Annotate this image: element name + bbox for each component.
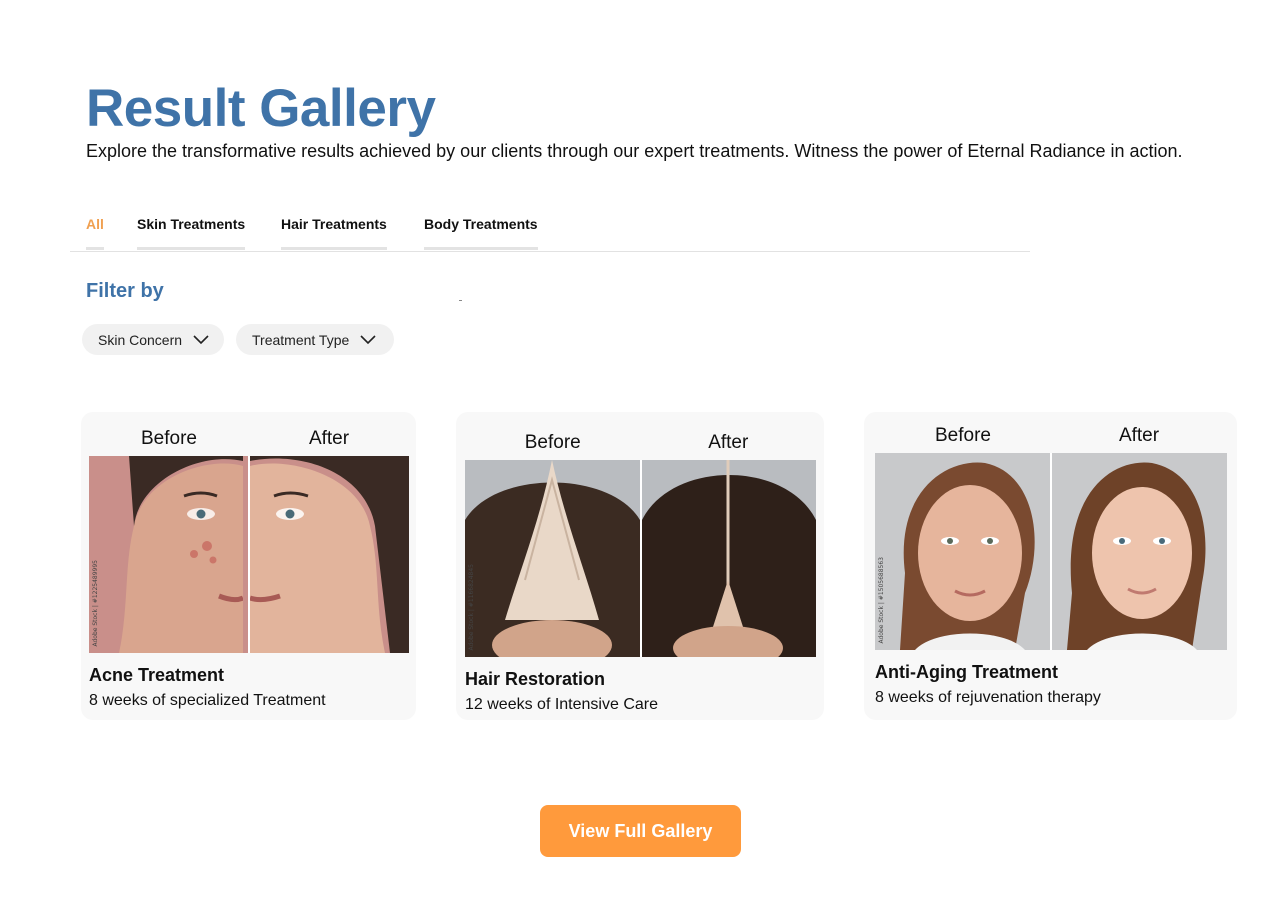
tab-body-treatments[interactable]: Body Treatments: [424, 216, 538, 250]
after-label: After: [308, 428, 350, 449]
after-label: After: [708, 432, 749, 453]
card-title: Hair Restoration: [465, 669, 606, 689]
after-photo: [641, 460, 816, 657]
before-photo: Adobe Stock | #1166824845: [465, 460, 640, 657]
filter-title: Filter by: [86, 280, 164, 302]
tab-skin-treatments[interactable]: Skin Treatments: [137, 216, 246, 250]
before-label: Before: [524, 432, 581, 453]
divider-mark: [459, 300, 462, 301]
result-card-acne[interactable]: Before After Adobe Stock | #1225489995 A…: [81, 412, 416, 720]
skin-concern-dropdown[interactable]: Skin Concern: [82, 324, 224, 355]
view-full-gallery-button[interactable]: View Full Gallery: [540, 805, 741, 857]
after-photo: [250, 456, 409, 653]
tab-hair-treatments[interactable]: Hair Treatments: [281, 216, 387, 250]
card-subtitle: 8 weeks of specialized Treatment: [89, 692, 326, 709]
before-label: Before: [141, 428, 197, 449]
card-subtitle: 8 weeks of rejuvenation therapy: [875, 689, 1101, 706]
tab-all[interactable]: All: [86, 216, 104, 250]
before-after-labels: Before After: [875, 425, 1227, 447]
before-label: Before: [935, 425, 991, 446]
before-after-photo: Adobe Stock | #1166824845: [465, 460, 816, 657]
stock-watermark: Adobe Stock | #1166824845: [468, 564, 475, 651]
category-tabs: All Skin Treatments Hair Treatments Body…: [70, 200, 1030, 252]
after-label: After: [1118, 425, 1160, 446]
before-after-labels: Before After: [465, 432, 816, 454]
result-card-anti-aging[interactable]: Before After Adobe Stock | #1505688563 A…: [864, 412, 1237, 720]
before-photo: Adobe Stock | #1225489995: [89, 456, 248, 653]
chevron-down-icon: [193, 334, 209, 344]
card-title: Anti-Aging Treatment: [875, 662, 1058, 682]
before-after-photo: Adobe Stock | #1225489995: [89, 456, 409, 653]
page-subtitle: Explore the transformative results achie…: [86, 141, 1183, 161]
before-after-photo: Adobe Stock | #1505688563: [875, 453, 1227, 650]
skin-concern-label: Skin Concern: [98, 331, 183, 348]
treatment-type-label: Treatment Type: [252, 331, 350, 348]
card-subtitle: 12 weeks of Intensive Care: [465, 696, 658, 713]
card-title: Acne Treatment: [89, 665, 225, 685]
chevron-down-icon: [360, 334, 376, 344]
stock-watermark: Adobe Stock | #1225489995: [92, 560, 99, 647]
page-title: Result Gallery: [86, 79, 436, 138]
treatment-type-dropdown[interactable]: Treatment Type: [236, 324, 394, 355]
result-card-hair[interactable]: Before After Adobe Stock | #1166824845 H…: [456, 412, 824, 720]
stock-watermark: Adobe Stock | #1505688563: [878, 557, 885, 644]
before-after-labels: Before After: [89, 428, 409, 450]
before-photo: Adobe Stock | #1505688563: [875, 453, 1050, 650]
after-photo: [1052, 453, 1227, 650]
